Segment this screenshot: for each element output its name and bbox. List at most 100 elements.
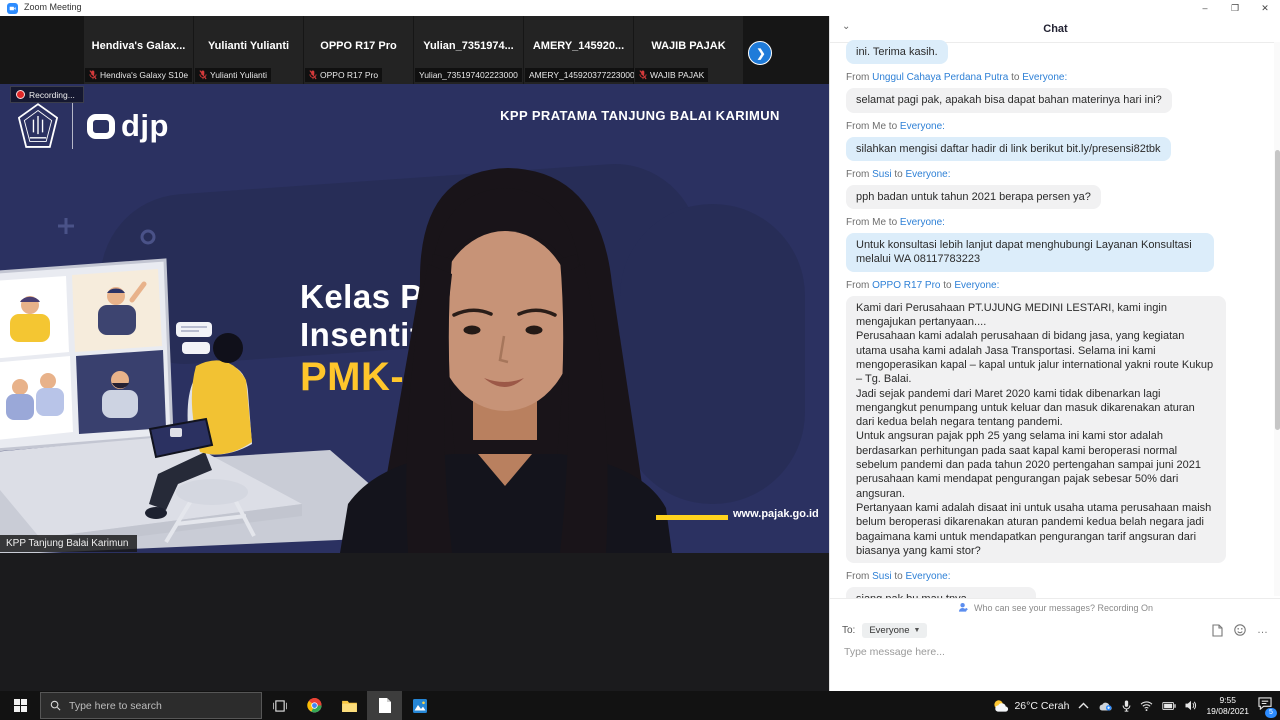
video-letterbox: [0, 553, 829, 691]
maximize-button[interactable]: ❐: [1220, 0, 1250, 16]
participant-tile[interactable]: Hendiva's Galax...Hendiva's Galaxy S10e: [84, 16, 194, 84]
participant-display-name: OPPO R17 Pro: [304, 40, 413, 52]
chat-message-header: From Unggul Cahaya Perdana Putra to Ever…: [846, 72, 1251, 83]
muted-mic-icon: [639, 70, 647, 80]
search-icon: [50, 700, 61, 711]
chat-message-bubble: pph badan untuk tahun 2021 berapa persen…: [846, 185, 1101, 209]
system-tray: 26°C Cerah: [993, 695, 1280, 716]
slide-org-header: KPP PRATAMA TANJUNG BALAI KARIMUN: [470, 108, 810, 123]
document-app-button[interactable]: [367, 691, 402, 720]
next-participants-button[interactable]: ❯: [748, 41, 772, 65]
weather-widget[interactable]: 26°C Cerah: [993, 699, 1069, 713]
microphone-icon[interactable]: [1122, 700, 1131, 712]
chat-message-bubble: ini. Terima kasih.: [846, 40, 948, 64]
folder-icon: [342, 700, 357, 712]
participant-label-text: Yulianti Yulianti: [210, 70, 267, 80]
chat-message-bubble: siang pak bu mau tnya untuk pelaporan sp…: [846, 587, 1036, 598]
chat-sender-name: Me: [872, 217, 886, 228]
chevron-down-icon: ▼: [913, 627, 920, 634]
participant-tile[interactable]: OPPO R17 ProOPPO R17 Pro: [304, 16, 414, 84]
chat-sender-name: Susi: [872, 571, 891, 582]
main-video: Kelas Pajak Online Insentif PMK-9/2021: [0, 84, 829, 553]
title-bar: Zoom Meeting – ❐ ✕: [0, 0, 1280, 16]
chat-sender-name: OPPO R17 Pro: [872, 280, 940, 291]
chat-message-header: From OPPO R17 Pro to Everyone:: [846, 280, 1251, 291]
taskbar-clock[interactable]: 9:55 19/08/2021: [1206, 695, 1249, 716]
muted-mic-icon: [309, 70, 317, 80]
participant-tile[interactable]: WAJIB PAJAK WAJIB PAJAK: [634, 16, 744, 84]
minimize-button[interactable]: –: [1190, 0, 1220, 16]
taskbar-search[interactable]: Type here to search: [40, 692, 262, 719]
chat-message-header: From Me to Everyone:: [846, 217, 1251, 228]
window-title: Zoom Meeting: [24, 2, 82, 12]
chat-recipient-name: Everyone:: [900, 121, 945, 132]
emoji-icon[interactable]: [1234, 624, 1246, 636]
file-explorer-button[interactable]: [332, 691, 367, 720]
djp-logo-icon: [87, 114, 115, 139]
attach-file-icon[interactable]: [1212, 624, 1223, 637]
onedrive-icon[interactable]: [1098, 701, 1113, 711]
participant-label-text: Hendiva's Galaxy S10e: [100, 70, 188, 80]
slide-website: www.pajak.go.id: [733, 508, 819, 520]
wifi-icon[interactable]: [1140, 701, 1153, 711]
muted-mic-icon: [199, 70, 207, 80]
participant-tile[interactable]: Yulian_7351974...Yulian_735197402223000: [414, 16, 524, 84]
website-dash: [656, 515, 728, 520]
recipient-dropdown[interactable]: Everyone ▼: [862, 623, 927, 638]
chat-message-bubble: selamat pagi pak, apakah bisa dapat baha…: [846, 88, 1172, 112]
chat-scrollbar-thumb[interactable]: [1275, 150, 1280, 430]
clock-time: 9:55: [1206, 695, 1249, 706]
muted-mic-icon: [89, 70, 97, 80]
action-center-button[interactable]: 5: [1258, 697, 1272, 715]
participant-tile[interactable]: Yulianti YuliantiYulianti Yulianti: [194, 16, 304, 84]
participant-label-text: WAJIB PAJAK: [650, 70, 704, 80]
person-icon: [958, 602, 969, 613]
slide-logos: djp: [18, 102, 169, 150]
chat-message-header: From Susi to Everyone:: [846, 169, 1251, 180]
zoom-app-icon: [7, 3, 18, 14]
speaker-icon[interactable]: [1185, 700, 1197, 711]
start-button[interactable]: [0, 691, 40, 720]
participant-label: Yulianti Yulianti: [195, 68, 271, 82]
photos-app-button[interactable]: [402, 691, 437, 720]
chrome-button[interactable]: [297, 691, 332, 720]
taskbar: Type here to search: [0, 691, 1280, 720]
participant-label: Hendiva's Galaxy S10e: [85, 68, 192, 82]
chat-scrollbar[interactable]: [1274, 42, 1280, 596]
participant-display-name: WAJIB PAJAK: [634, 40, 743, 52]
task-view-button[interactable]: [262, 691, 297, 720]
chat-message-list[interactable]: ini. Terima kasih. From Unggul Cahaya Per…: [830, 40, 1280, 598]
participant-label: AMERY_145920377223000: [525, 68, 639, 82]
message-input[interactable]: Type message here...: [844, 646, 945, 658]
djp-logo: djp: [87, 108, 169, 144]
tray-expand-chevron-icon[interactable]: [1078, 702, 1089, 709]
weather-sun-cloud-icon: [993, 699, 1009, 713]
to-label: To:: [842, 625, 855, 636]
chat-message-header: From Me to Everyone:: [846, 121, 1251, 132]
chat-message-header: From Susi to Everyone:: [846, 571, 1251, 582]
participant-label-text: AMERY_145920377223000: [529, 70, 635, 80]
windows-logo-icon: [14, 699, 27, 712]
recording-indicator: Recording...: [10, 86, 84, 103]
chrome-icon: [307, 698, 322, 713]
close-button[interactable]: ✕: [1250, 0, 1280, 16]
djp-logo-text: djp: [121, 108, 169, 144]
chat-recipient-name: Everyone:: [1022, 72, 1067, 83]
participant-label-text: Yulian_735197402223000: [419, 70, 518, 80]
chat-message-bubble: Untuk konsultasi lebih lanjut dapat meng…: [846, 233, 1214, 272]
chat-recipient-name: Everyone:: [954, 280, 999, 291]
chat-message-bubble: Kami dari Perusahaan PT.UJUNG MEDINI LES…: [846, 296, 1226, 563]
chat-recipient-name: Everyone:: [900, 217, 945, 228]
recording-label: Recording...: [29, 90, 75, 100]
chat-sender-name: Unggul Cahaya Perdana Putra: [872, 72, 1008, 83]
more-options-icon[interactable]: …: [1257, 624, 1269, 636]
chat-sender-name: Me: [872, 121, 886, 132]
search-placeholder: Type here to search: [69, 700, 162, 712]
battery-icon[interactable]: [1162, 702, 1176, 710]
recipient-value: Everyone: [869, 625, 909, 636]
chat-sender-name: Susi: [872, 169, 891, 180]
notification-badge: 5: [1265, 708, 1277, 718]
chat-recipient-name: Everyone:: [905, 169, 950, 180]
chat-privacy-status[interactable]: Who can see your messages? Recording On: [830, 598, 1280, 616]
participant-tile[interactable]: AMERY_145920...AMERY_145920377223000: [524, 16, 634, 84]
